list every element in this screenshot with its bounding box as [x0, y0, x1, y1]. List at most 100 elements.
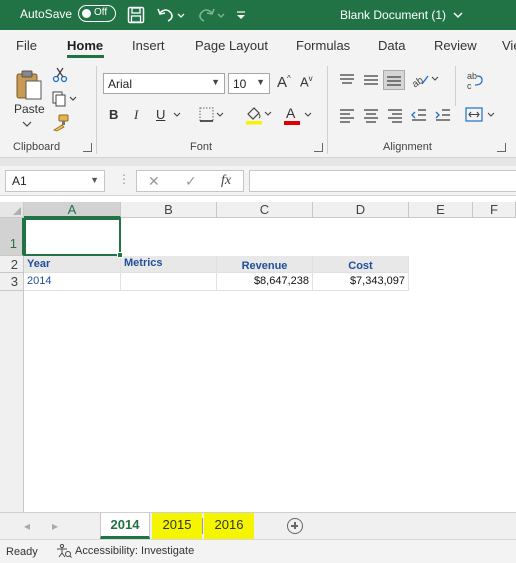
spreadsheet-grid: A B C D E F 1 2 3 Year Metrics Revenue C… — [0, 196, 516, 512]
font-size-select[interactable]: 10 ▼ — [228, 73, 270, 94]
tab-divider — [202, 518, 203, 534]
group-separator — [455, 66, 456, 106]
name-box[interactable]: A1 ▼ — [5, 170, 105, 192]
cell-c2[interactable]: Revenue — [217, 256, 313, 273]
previous-sheet-icon[interactable]: ◂ — [24, 519, 30, 533]
merge-center-icon[interactable] — [465, 107, 497, 123]
cell-a3[interactable]: 2014 — [24, 273, 121, 291]
document-title[interactable]: Blank Document (1) — [340, 8, 463, 22]
bottom-align-button[interactable] — [383, 70, 405, 90]
align-center-icon[interactable] — [362, 107, 380, 123]
column-header-b[interactable]: B — [121, 202, 217, 218]
cell-b3[interactable] — [121, 273, 217, 291]
title-bar: AutoSave Off Blank Document (1) — [0, 0, 516, 30]
cell-d2[interactable]: Cost — [313, 256, 409, 273]
row-header-1[interactable]: 1 — [0, 218, 24, 256]
enter-icon[interactable]: ✓ — [185, 173, 197, 190]
fill-color-icon[interactable] — [244, 105, 272, 125]
alignment-launcher-icon[interactable] — [497, 143, 506, 152]
sheet-tab-2016[interactable]: 2016 — [204, 513, 254, 539]
svg-text:c: c — [467, 81, 472, 91]
format-painter-icon[interactable] — [52, 114, 70, 132]
formula-buttons: ✕ ✓ fx — [136, 170, 244, 192]
active-tab-indicator — [67, 55, 104, 58]
middle-align-icon[interactable] — [362, 72, 380, 88]
column-header-d[interactable]: D — [313, 202, 409, 218]
formula-input[interactable] — [249, 170, 516, 192]
copy-icon[interactable] — [52, 91, 78, 107]
orientation-icon[interactable]: ab — [410, 70, 440, 90]
tab-review[interactable]: Review — [434, 38, 477, 53]
increase-indent-icon[interactable] — [434, 107, 452, 123]
group-separator — [327, 66, 328, 154]
column-header-c[interactable]: C — [217, 202, 313, 218]
tab-home[interactable]: Home — [67, 38, 103, 53]
row-header-3[interactable]: 3 — [0, 273, 24, 291]
sheet-tab-2015[interactable]: 2015 — [152, 513, 202, 539]
chevron-down-icon — [453, 12, 463, 19]
column-header-a[interactable]: A — [24, 202, 121, 218]
borders-icon[interactable] — [199, 107, 225, 123]
row-header-2[interactable]: 2 — [0, 256, 24, 273]
formula-bar-splitter[interactable]: ⋮ — [118, 172, 130, 186]
column-header-f[interactable]: F — [473, 202, 516, 218]
cell-b2[interactable]: Metrics — [121, 256, 217, 273]
bold-button[interactable]: B — [109, 107, 118, 122]
sheet-tab-bar: ◂ ▸ 2014 2015 2016 — [0, 512, 516, 539]
insert-function-icon[interactable]: fx — [221, 173, 231, 189]
wrap-text-icon[interactable]: ab c — [465, 70, 485, 92]
chevron-down-icon: ▼ — [256, 77, 265, 87]
undo-icon[interactable] — [156, 5, 176, 25]
paste-icon[interactable] — [12, 68, 46, 102]
font-launcher-icon[interactable] — [314, 143, 323, 152]
tab-file[interactable]: File — [16, 38, 37, 53]
select-all-corner[interactable] — [0, 202, 24, 218]
align-left-icon[interactable] — [338, 107, 356, 123]
underline-dropdown-icon[interactable] — [173, 111, 181, 119]
accessibility-icon[interactable] — [56, 544, 72, 558]
font-color-icon[interactable]: A — [284, 105, 312, 125]
cell-selection-box — [24, 218, 123, 258]
font-name-select[interactable]: Arial ▼ — [103, 73, 225, 94]
autosave-toggle[interactable]: Off — [78, 5, 116, 22]
tab-view[interactable]: Vie — [502, 38, 516, 53]
toggle-knob — [82, 9, 91, 18]
increase-font-size-icon[interactable]: A^ — [277, 74, 291, 91]
formula-bar: A1 ▼ ⋮ ✕ ✓ fx — [0, 166, 516, 196]
save-icon[interactable] — [126, 5, 146, 25]
decrease-font-size-icon[interactable]: Av — [300, 74, 313, 89]
cell-a2[interactable]: Year — [24, 256, 121, 273]
fill-handle[interactable] — [117, 252, 123, 258]
tab-page-layout[interactable]: Page Layout — [195, 38, 268, 53]
paste-label[interactable]: Paste — [14, 102, 45, 116]
italic-button[interactable]: I — [134, 107, 138, 123]
cut-icon[interactable] — [52, 67, 68, 83]
underline-button[interactable]: U — [156, 107, 165, 122]
font-name-value: Arial — [108, 77, 133, 91]
alignment-group-label: Alignment — [383, 141, 432, 153]
decrease-indent-icon[interactable] — [410, 107, 428, 123]
cell-c3[interactable]: $8,647,238 — [217, 273, 313, 291]
clipboard-launcher-icon[interactable] — [83, 143, 92, 152]
status-ready: Ready — [6, 546, 38, 558]
cancel-icon[interactable]: ✕ — [148, 173, 160, 190]
align-right-icon[interactable] — [386, 107, 404, 123]
redo-icon[interactable] — [196, 5, 216, 25]
tab-insert[interactable]: Insert — [132, 38, 165, 53]
paste-dropdown-icon[interactable] — [22, 120, 32, 128]
tab-data[interactable]: Data — [378, 38, 405, 53]
sheet-tab-2014[interactable]: 2014 — [100, 513, 150, 539]
font-size-value: 10 — [233, 77, 247, 91]
add-sheet-icon[interactable] — [287, 518, 303, 534]
document-title-text: Blank Document (1) — [340, 8, 447, 22]
undo-dropdown-icon[interactable] — [176, 5, 186, 25]
cell-d3[interactable]: $7,343,097 — [313, 273, 409, 291]
redo-dropdown-icon[interactable] — [216, 5, 226, 25]
customize-toolbar-icon[interactable] — [234, 5, 248, 25]
next-sheet-icon[interactable]: ▸ — [52, 519, 58, 533]
top-align-icon[interactable] — [338, 72, 356, 88]
column-header-e[interactable]: E — [409, 202, 473, 218]
accessibility-status[interactable]: Accessibility: Investigate — [75, 545, 194, 557]
ribbon: Paste Clipboard Arial ▼ 10 ▼ A^ Av B I U — [0, 60, 516, 158]
tab-formulas[interactable]: Formulas — [296, 38, 350, 53]
